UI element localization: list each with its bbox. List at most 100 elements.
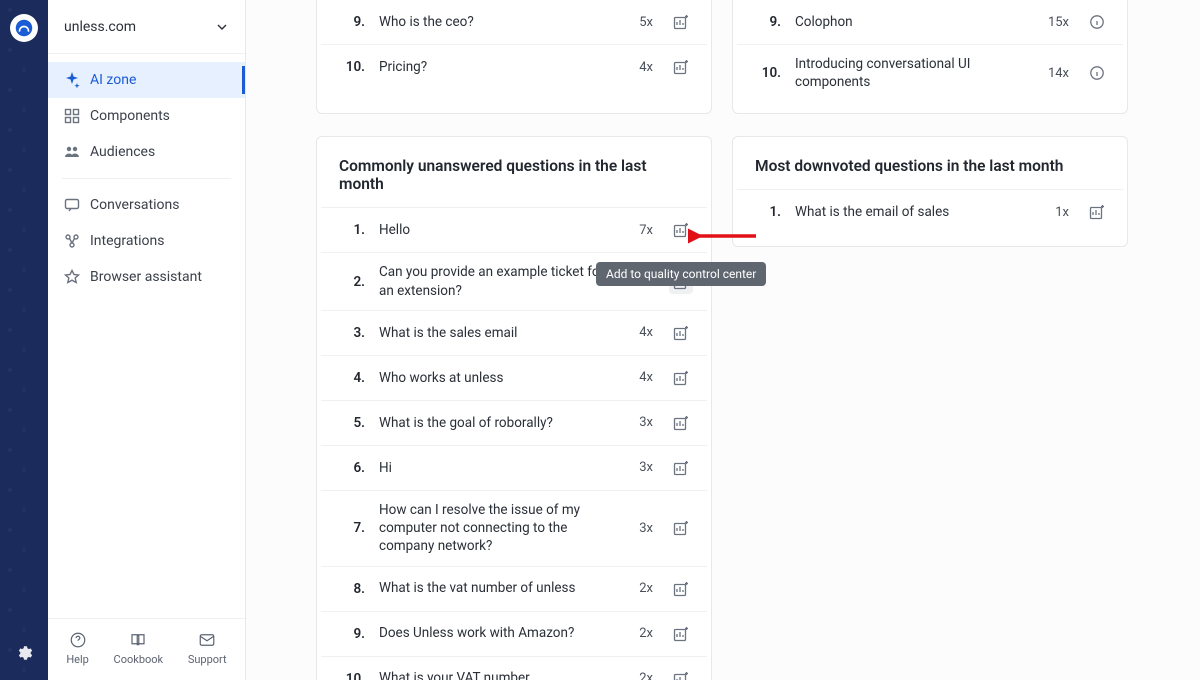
sidebar-item-conversations[interactable]: Conversations: [48, 187, 245, 223]
sidebar-item-label: Browser assistant: [90, 269, 202, 285]
card-title: Most downvoted questions in the last mon…: [733, 137, 1127, 189]
gear-icon: [15, 644, 33, 662]
table-row: 9.Colophon15x: [737, 0, 1123, 44]
chat-icon: [64, 197, 80, 213]
row-number: 9.: [339, 626, 365, 642]
settings-button[interactable]: [15, 644, 33, 662]
table-row: 10.What is your VAT number2x: [321, 656, 707, 680]
row-text: How can I resolve the issue of my comput…: [373, 501, 609, 556]
chevron-down-icon: [217, 22, 227, 32]
sidebar-item-audiences[interactable]: Audiences: [48, 134, 245, 170]
row-number: 6.: [339, 460, 365, 476]
table-row: 10. Introducing conversational UI compone…: [737, 44, 1123, 101]
sidebar-item-ai-zone[interactable]: AI zone: [48, 62, 245, 98]
footer-support[interactable]: Support: [188, 631, 227, 666]
row-number: 10.: [339, 59, 365, 75]
row-count: 14x: [1033, 66, 1069, 81]
row-count: 4x: [617, 370, 653, 385]
footer-help[interactable]: Help: [66, 631, 89, 666]
mail-icon: [198, 631, 216, 649]
card-unanswered: Commonly unanswered questions in the las…: [316, 136, 712, 680]
add-to-qc-button[interactable]: [669, 321, 693, 345]
add-to-qc-button[interactable]: [669, 366, 693, 390]
add-to-qc-button[interactable]: [669, 55, 693, 79]
row-text: Does Unless work with Amazon?: [373, 624, 609, 642]
add-to-qc-button[interactable]: [1085, 200, 1109, 224]
add-to-qc-icon: [673, 14, 689, 30]
row-count: 4x: [617, 60, 653, 75]
row-number: 3.: [339, 325, 365, 341]
row-number: 9.: [339, 14, 365, 30]
add-to-qc-button[interactable]: [669, 411, 693, 435]
info-icon: [1089, 14, 1105, 30]
sidebar-item-integrations[interactable]: Integrations: [48, 223, 245, 259]
row-number: 10.: [339, 671, 365, 680]
card-downvoted: Most downvoted questions in the last mon…: [732, 136, 1128, 247]
row-text: Can you provide an example ticket for an…: [373, 263, 609, 299]
rows: 1.What is the email of sales1x: [733, 189, 1127, 246]
row-count: 2x: [617, 626, 653, 641]
row-text: What is the goal of roborally?: [373, 414, 609, 432]
annotation-arrow: [688, 226, 758, 246]
info-button[interactable]: [1085, 10, 1109, 34]
people-icon: [64, 144, 80, 160]
rail: [0, 0, 48, 680]
integration-icon: [64, 233, 80, 249]
row-text: Introducing conversational UI components: [789, 55, 1025, 91]
sidebar-item-label: Audiences: [90, 144, 155, 160]
content: 9.Who is the ceo?5x10.Pricing?4x 9.Colop…: [246, 0, 1200, 680]
card-title: Commonly unanswered questions in the las…: [317, 137, 711, 207]
domain-selector[interactable]: unless.com: [48, 0, 245, 54]
add-to-qc-button[interactable]: [669, 456, 693, 480]
add-to-qc-button[interactable]: [669, 10, 693, 34]
sidebar-item-browser-assistant[interactable]: Browser assistant: [48, 259, 245, 295]
add-to-qc-button[interactable]: [669, 577, 693, 601]
card-top-left: 9.Who is the ceo?5x10.Pricing?4x: [316, 0, 712, 114]
row-number: 10.: [755, 65, 781, 81]
table-row: 6. Hi 3x: [321, 445, 707, 490]
sidebar-item-components[interactable]: Components: [48, 98, 245, 134]
row-count: 2x: [617, 581, 653, 596]
add-to-qc-icon: [673, 581, 689, 597]
table-row: 9. Does Unless work with Amazon? 2x: [321, 611, 707, 656]
add-to-qc-icon: [1089, 204, 1105, 220]
add-to-qc-icon: [673, 415, 689, 431]
sidebar-item-label: AI zone: [90, 72, 136, 88]
rows: 9.Who is the ceo?5x10.Pricing?4x: [317, 0, 711, 101]
sidebar-footer: Help Cookbook Support: [48, 618, 245, 680]
table-row: 1.Hello7x: [321, 207, 707, 252]
row-number: 4.: [339, 370, 365, 386]
row-text: What is the vat number of unless: [373, 579, 609, 597]
table-row: 1.What is the email of sales1x: [737, 189, 1123, 234]
row-text: What is the email of sales: [789, 203, 1025, 221]
row-text: What is your VAT number: [373, 669, 609, 680]
add-to-qc-button[interactable]: [669, 667, 693, 680]
row-number: 5.: [339, 415, 365, 431]
info-icon: [1089, 65, 1105, 81]
sidebar-item-label: Components: [90, 108, 170, 124]
app-logo[interactable]: [10, 14, 38, 42]
table-row: 5. What is the goal of roborally? 3x: [321, 400, 707, 445]
table-row: 4.Who works at unless4x: [321, 355, 707, 400]
add-to-qc-icon: [673, 222, 689, 238]
row-count: 3x: [617, 460, 653, 475]
add-to-qc-icon: [673, 671, 689, 680]
add-to-qc-button[interactable]: [669, 516, 693, 540]
footer-label: Cookbook: [114, 653, 164, 666]
cards-wrap: 9.Who is the ceo?5x10.Pricing?4x 9.Colop…: [246, 0, 1200, 680]
footer-cookbook[interactable]: Cookbook: [114, 631, 164, 666]
logo-icon: [15, 19, 33, 37]
row-text: What is the sales email: [373, 324, 609, 342]
row-text: Hi: [373, 459, 609, 477]
row-count: 1x: [1033, 205, 1069, 220]
sidebar-item-label: Integrations: [90, 233, 164, 249]
info-button[interactable]: [1085, 61, 1109, 85]
row-number: 8.: [339, 581, 365, 597]
row-count: 3x: [617, 415, 653, 430]
sidebar-item-label: Conversations: [90, 197, 179, 213]
card-top-right: 9.Colophon15x 10. Introducing conversation…: [732, 0, 1128, 114]
add-to-qc-button[interactable]: [669, 622, 693, 646]
star-icon: [64, 269, 80, 285]
table-row: 3. What is the sales email 4x: [321, 310, 707, 355]
row-count: 4x: [617, 325, 653, 340]
